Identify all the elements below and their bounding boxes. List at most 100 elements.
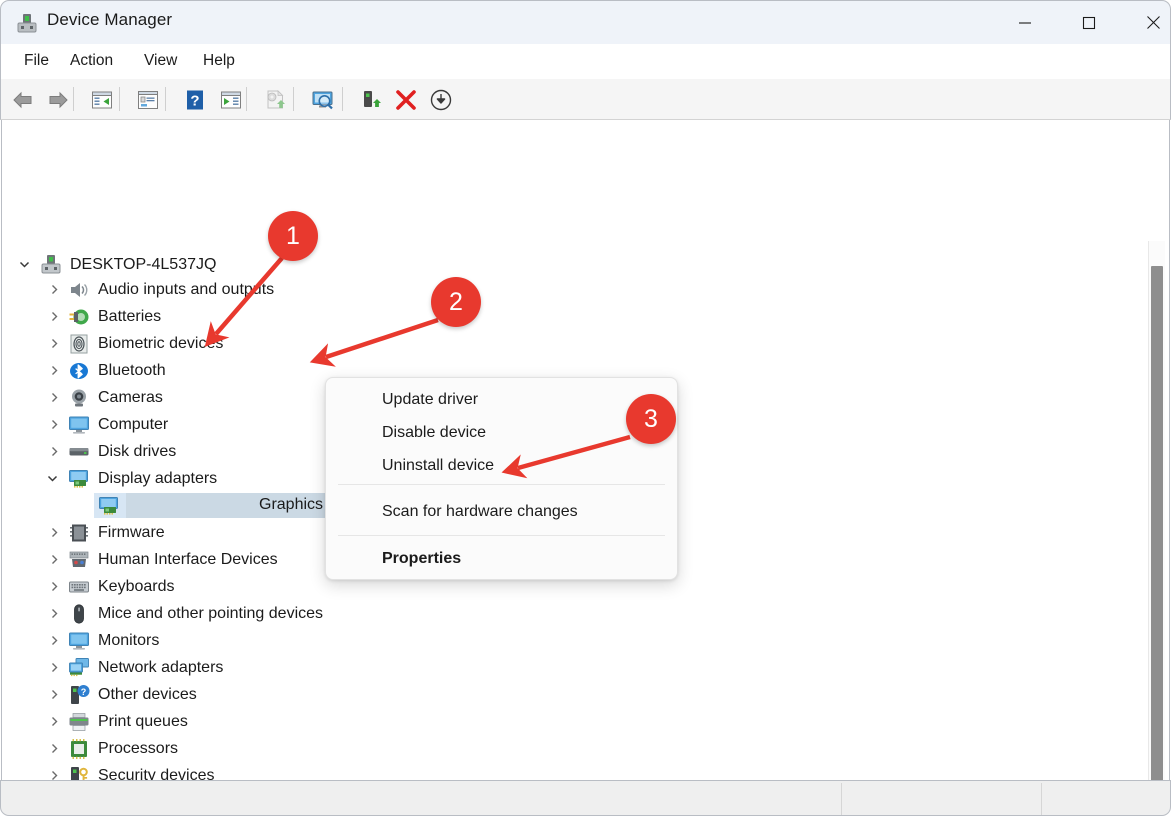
tree-node-label: Batteries	[98, 308, 161, 326]
context-menu-item-properties[interactable]: Properties	[326, 542, 677, 575]
menu-bar: File Action View Help	[0, 44, 1171, 79]
context-menu-item-disable-device[interactable]: Disable device	[326, 416, 677, 449]
display-adapter-icon	[98, 495, 120, 517]
chevron-right-icon[interactable]	[46, 741, 62, 757]
minimize-button[interactable]	[1002, 1, 1048, 44]
bluetooth-icon	[68, 360, 90, 382]
chevron-right-icon[interactable]	[46, 768, 62, 781]
unknown-device-icon: ?	[68, 684, 90, 706]
selected-device-label[interactable]: Graphics	[257, 495, 325, 516]
tree-node-monitors[interactable]: Monitors	[2, 627, 1102, 654]
battery-icon	[68, 306, 90, 328]
tree-node-label: Network adapters	[98, 659, 223, 677]
processor-icon	[68, 738, 90, 760]
minimize-icon	[1018, 16, 1032, 30]
display-adapter-icon	[68, 468, 90, 490]
toolbar-separator	[73, 87, 74, 111]
menu-file[interactable]: File	[19, 50, 54, 72]
toolbar-separator	[342, 87, 343, 111]
chevron-right-icon[interactable]	[46, 552, 62, 568]
tree-node-network-adapters[interactable]: Network adapters	[2, 654, 1102, 681]
chevron-right-icon[interactable]	[46, 606, 62, 622]
device-manager-window: Device Manager File Action View Help	[0, 0, 1171, 816]
tree-node-label: Display adapters	[98, 470, 217, 488]
window-title: Device Manager	[47, 10, 172, 30]
chevron-right-icon[interactable]	[46, 714, 62, 730]
tree-node-other-devices[interactable]: ? Other devices	[2, 681, 1102, 708]
chevron-right-icon[interactable]	[46, 282, 62, 298]
uninstall-device-icon[interactable]	[394, 88, 418, 112]
hid-icon	[68, 549, 90, 571]
maximize-button[interactable]	[1066, 1, 1112, 44]
chevron-right-icon[interactable]	[46, 336, 62, 352]
speaker-icon	[68, 279, 90, 301]
chevron-right-icon[interactable]	[46, 687, 62, 703]
annotation-badge-2: 2	[431, 277, 481, 327]
enable-device-icon[interactable]	[359, 88, 383, 112]
device-manager-icon	[16, 12, 38, 34]
menu-action[interactable]: Action	[65, 50, 118, 72]
close-icon	[1146, 15, 1161, 30]
tree-node-label: Monitors	[98, 632, 159, 650]
tree-node-label: Biometric devices	[98, 335, 223, 353]
chevron-right-icon[interactable]	[46, 363, 62, 379]
vertical-scrollbar-thumb[interactable]	[1151, 266, 1163, 780]
show-hide-console-tree-icon[interactable]	[90, 88, 114, 112]
tree-node-label: Disk drives	[98, 443, 176, 461]
tree-node-label: Print queues	[98, 713, 188, 731]
chevron-right-icon[interactable]	[46, 444, 62, 460]
toolbar-separator	[119, 87, 120, 111]
tree-node-audio-inputs-and-outputs[interactable]: Audio inputs and outputs	[2, 276, 1102, 303]
chevron-down-icon[interactable]	[44, 471, 60, 487]
tree-node-label: Computer	[98, 416, 168, 434]
chevron-right-icon[interactable]	[46, 633, 62, 649]
printer-icon	[68, 711, 90, 733]
chevron-right-icon[interactable]	[46, 417, 62, 433]
chevron-right-icon[interactable]	[46, 579, 62, 595]
disable-device-icon[interactable]	[429, 88, 453, 112]
chevron-right-icon[interactable]	[46, 390, 62, 406]
context-menu-item-scan-for-hardware-changes[interactable]: Scan for hardware changes	[326, 495, 677, 528]
tree-node-label: Security devices	[98, 767, 215, 781]
close-button[interactable]	[1130, 1, 1171, 44]
show-hide-action-pane-icon[interactable]	[219, 88, 243, 112]
tree-node-label: DESKTOP-4L537JQ	[70, 256, 216, 274]
tree-node-batteries[interactable]: Batteries	[2, 303, 1102, 330]
tree-node-security-devices[interactable]: Security devices	[2, 762, 1102, 780]
context-menu-item-update-driver[interactable]: Update driver	[326, 383, 677, 416]
computer-root-icon	[40, 254, 62, 276]
properties-icon[interactable]	[136, 88, 160, 112]
toolbar-separator	[246, 87, 247, 111]
keyboard-icon	[68, 576, 90, 598]
context-menu-item-uninstall-device[interactable]: Uninstall device	[326, 449, 677, 482]
help-icon[interactable]: ?	[183, 88, 207, 112]
chevron-right-icon[interactable]	[46, 525, 62, 541]
tree-node-mice-and-other-pointing-devices[interactable]: Mice and other pointing devices	[2, 600, 1102, 627]
toolbar-separator	[165, 87, 166, 111]
tree-node-biometric-devices[interactable]: Biometric devices	[2, 330, 1102, 357]
device-context-menu[interactable]: Update driver Disable device Uninstall d…	[325, 377, 678, 580]
svg-text:?: ?	[81, 687, 87, 697]
chevron-down-icon[interactable]	[16, 257, 32, 273]
maximize-icon	[1082, 16, 1096, 30]
tree-node-label: Mice and other pointing devices	[98, 605, 323, 623]
status-bar-separator	[841, 783, 842, 815]
tree-node-label: Processors	[98, 740, 178, 758]
context-menu-separator	[338, 484, 665, 485]
context-menu-item-label: Properties	[382, 550, 461, 568]
fingerprint-icon	[68, 333, 90, 355]
tree-node-print-queues[interactable]: Print queues	[2, 708, 1102, 735]
forward-arrow-icon[interactable]	[46, 88, 70, 112]
chevron-right-icon[interactable]	[46, 660, 62, 676]
menu-help[interactable]: Help	[198, 50, 240, 72]
chevron-right-icon[interactable]	[46, 309, 62, 325]
tree-node-label: Bluetooth	[98, 362, 166, 380]
menu-view[interactable]: View	[139, 50, 182, 72]
monitor-icon	[68, 414, 90, 436]
scan-hardware-changes-icon[interactable]	[311, 88, 335, 112]
network-adapter-icon	[68, 657, 90, 679]
mouse-icon	[68, 603, 90, 625]
tree-node-root[interactable]: DESKTOP-4L537JQ	[2, 251, 1102, 278]
back-arrow-icon[interactable]	[11, 88, 35, 112]
tree-node-processors[interactable]: Processors	[2, 735, 1102, 762]
